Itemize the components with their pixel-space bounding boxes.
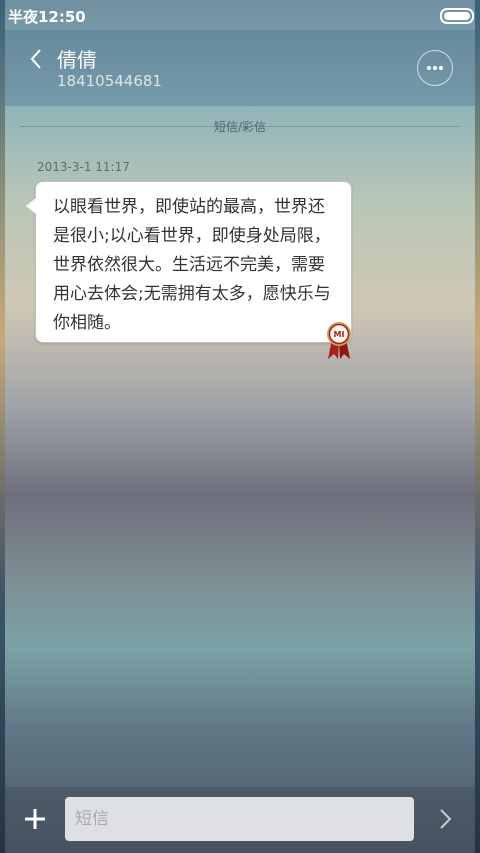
left-edge-frame — [0, 0, 5, 853]
status-bar: 半夜12:50 — [0, 0, 480, 30]
svg-text:MI: MI — [334, 330, 345, 339]
compose-bar — [5, 787, 475, 853]
message-text: 以眼看世界，即使站的最高，世界还是很小;以心看世界，即使身处局限，世界依然很大。… — [53, 197, 331, 333]
contact-number: 18410544681 — [57, 72, 162, 90]
plus-icon — [25, 809, 45, 829]
message-timestamp: 2013-3-1 11:17 — [37, 160, 130, 174]
message-input[interactable] — [65, 797, 414, 841]
channel-divider: 短信/彩信 — [20, 116, 460, 136]
send-button[interactable] — [433, 807, 457, 831]
contact-name: 倩倩 — [57, 48, 97, 72]
chevron-right-icon — [440, 809, 452, 829]
battery-icon — [440, 8, 474, 24]
battery-level — [444, 12, 470, 20]
right-edge-frame — [475, 0, 480, 853]
bubble-tail — [26, 198, 36, 214]
mi-award-ribbon-icon: MI — [327, 322, 351, 359]
more-dots-icon — [427, 66, 443, 70]
conversation-header: 倩倩 18410544681 — [5, 30, 475, 106]
back-button[interactable] — [21, 44, 51, 74]
more-button[interactable] — [417, 50, 453, 86]
chevron-left-icon — [30, 49, 41, 69]
message-bubble[interactable]: 以眼看世界，即使站的最高，世界还是很小;以心看世界，即使身处局限，世界依然很大。… — [26, 181, 352, 343]
channel-label: 短信/彩信 — [213, 120, 267, 134]
status-time: 半夜12:50 — [8, 8, 86, 26]
add-attachment-button[interactable] — [21, 805, 49, 833]
